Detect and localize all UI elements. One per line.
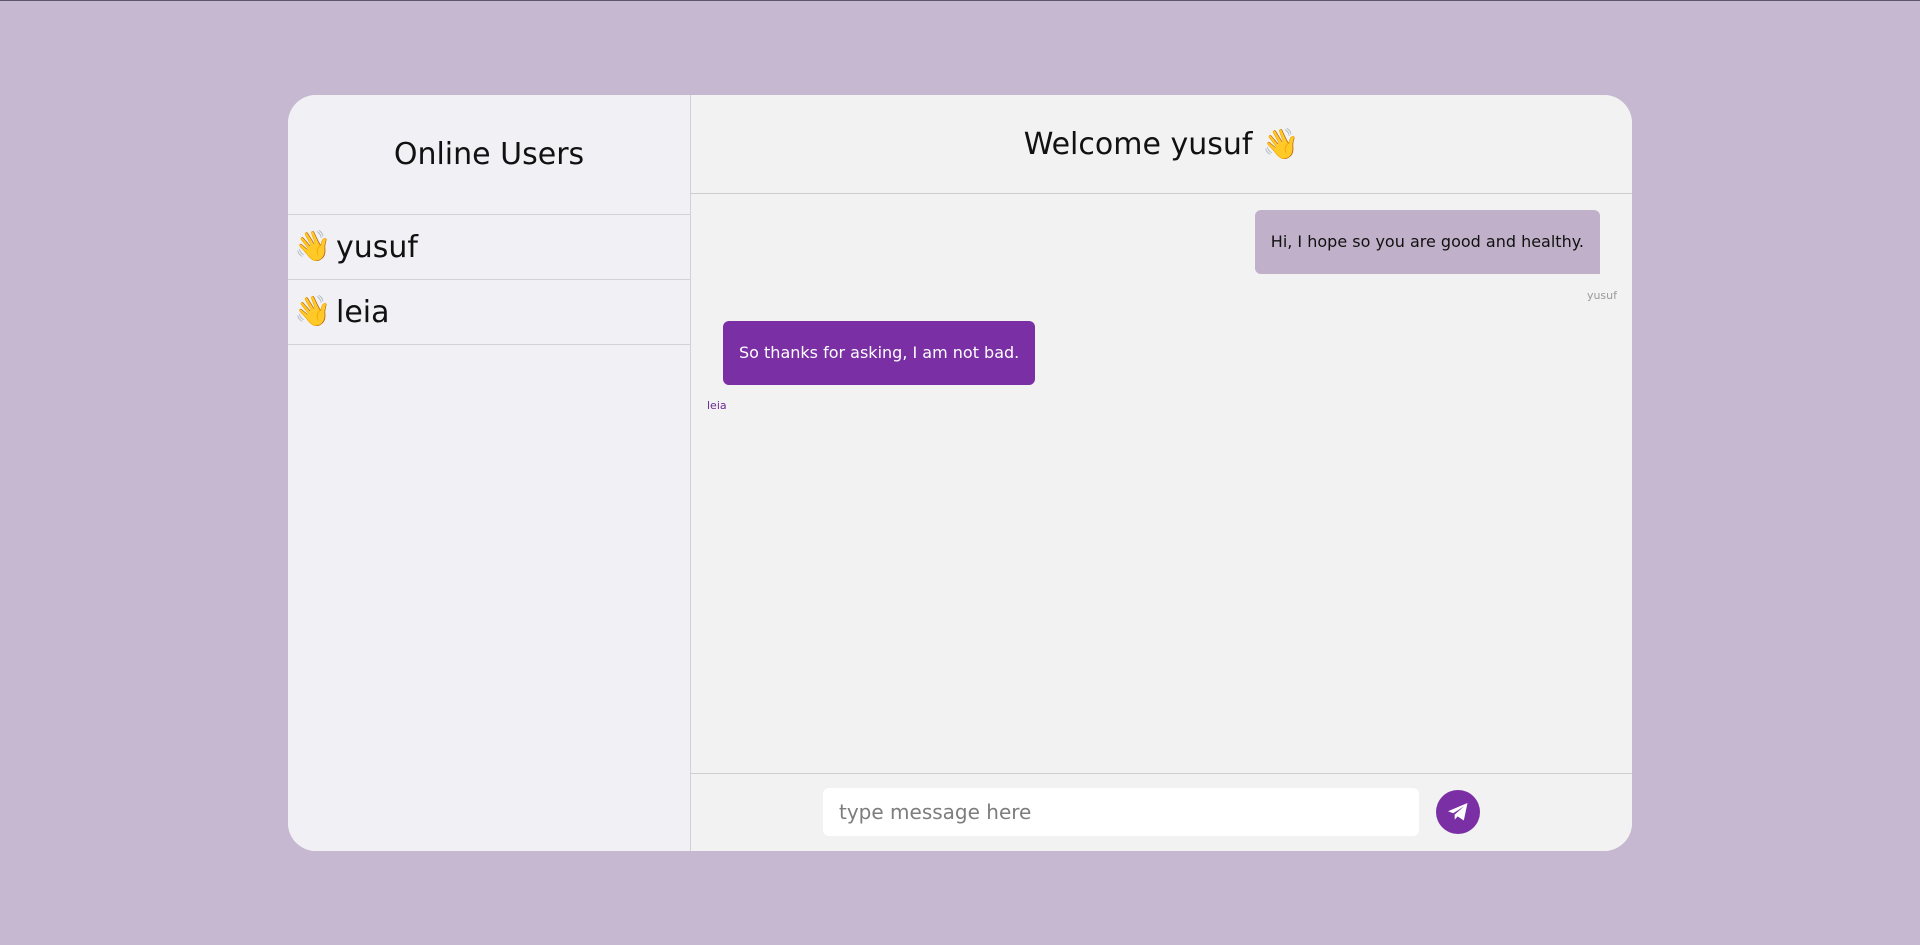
waving-hand-icon: 👋 [294,294,332,329]
message-sender: yusuf [1586,289,1617,302]
user-item-leia[interactable]: 👋 leia [288,280,690,345]
online-users-sidebar: Online Users 👋 yusuf 👋 leia [288,95,691,851]
message-sender: leia [707,399,727,412]
welcome-title: Welcome yusuf 👋 [1023,126,1300,162]
window-top-border [0,0,1920,1]
message-composer [691,773,1632,851]
message-list[interactable]: Hi, I hope so you are good and healthy. … [691,194,1632,773]
sidebar-title: Online Users [393,136,585,172]
waving-hand-icon: 👋 [294,229,332,264]
user-item-yusuf[interactable]: 👋 yusuf [288,215,690,280]
chat-header: Welcome yusuf 👋 [691,95,1632,194]
sidebar-header: Online Users [288,95,690,215]
chat-app: Online Users 👋 yusuf 👋 leia Welcome yusu… [288,95,1632,851]
paper-plane-icon [1448,803,1468,821]
message-input[interactable] [823,788,1419,836]
user-name: leia [336,294,390,330]
message-bubble-received: So thanks for asking, I am not bad. [723,321,1036,385]
user-name: yusuf [336,229,418,265]
message-bubble-sent: Hi, I hope so you are good and healthy. [1254,210,1600,274]
chat-panel: Welcome yusuf 👋 Hi, I hope so you are go… [691,95,1632,851]
send-button[interactable] [1436,790,1480,834]
